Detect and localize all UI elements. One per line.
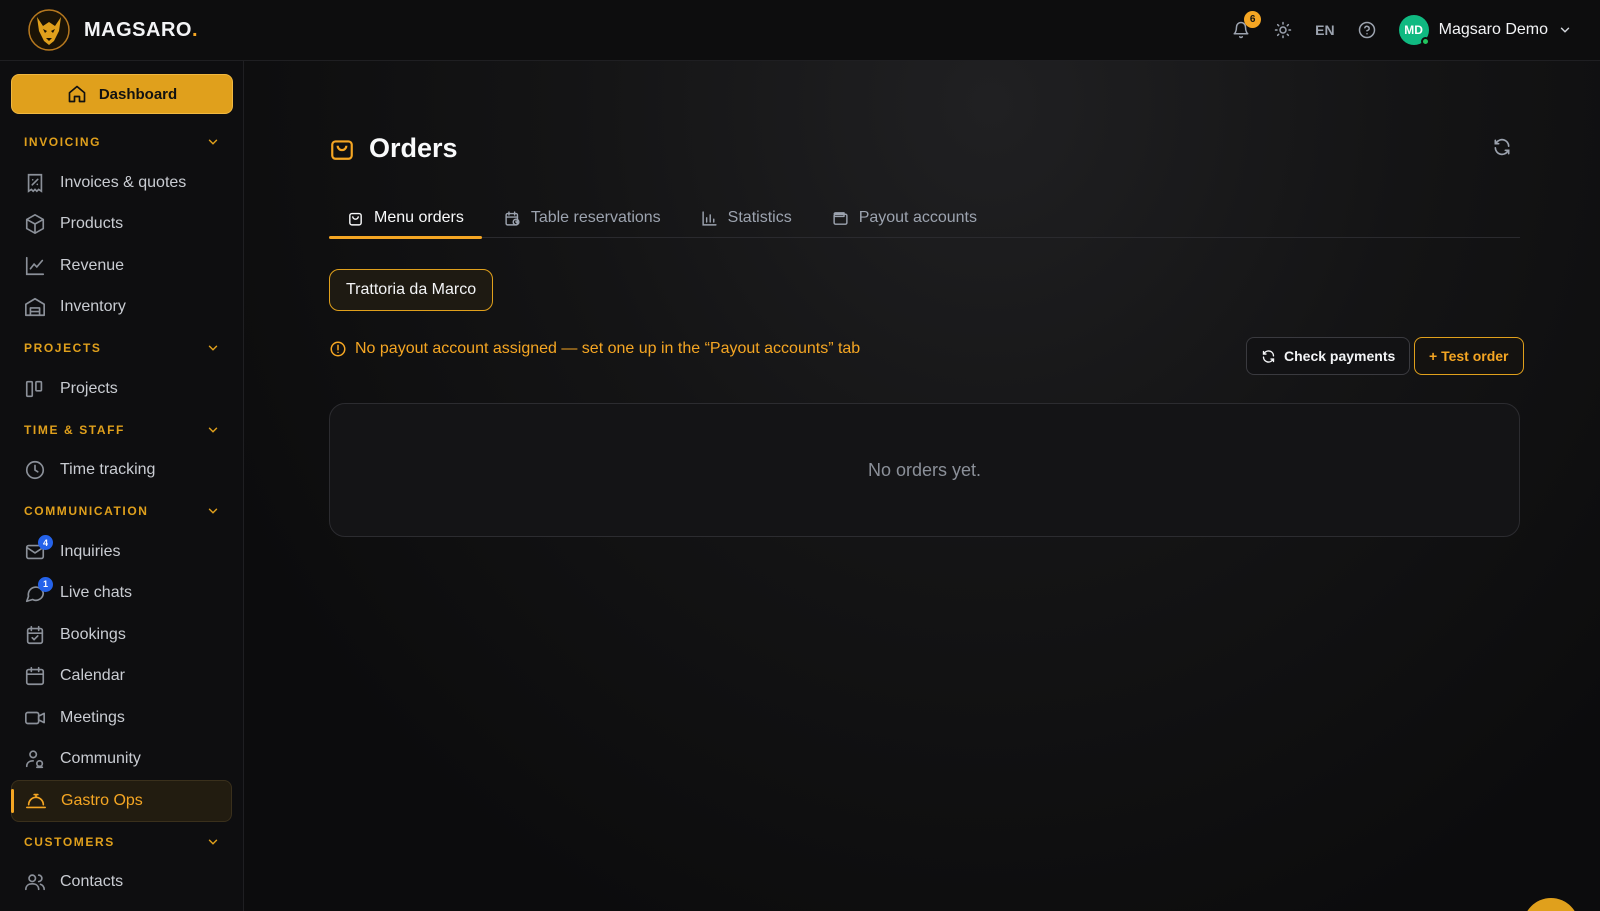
brand[interactable]: MAGSARO.	[28, 9, 198, 51]
restaurant-filter-chip[interactable]: Trattoria da Marco	[329, 269, 494, 311]
sidebar-item-projects[interactable]: Projects	[11, 368, 232, 410]
language-switcher[interactable]: EN	[1315, 22, 1334, 38]
dashboard-button[interactable]: Dashboard	[11, 74, 233, 114]
wolf-logo-icon	[28, 9, 70, 51]
payout-warning: No payout account assigned — set one up …	[329, 340, 860, 358]
page-title: Orders	[369, 133, 458, 163]
main-content: Orders Menu orders Table reservations St…	[244, 61, 1600, 911]
refresh-icon	[1262, 349, 1275, 363]
refresh-icon	[1494, 138, 1510, 156]
calendar-clock-icon	[505, 210, 520, 226]
calendar-check-icon	[26, 625, 44, 644]
box-icon	[25, 214, 45, 235]
sidebar: Dashboard INVOICING Invoices & quotes Pr…	[0, 61, 244, 911]
sidebar-item-live-chats[interactable]: 1 Live chats	[11, 573, 232, 615]
avatar: MD	[1398, 15, 1430, 46]
theme-toggle-button[interactable]	[1273, 20, 1293, 40]
section-communication[interactable]: COMMUNICATION	[11, 491, 232, 531]
help-circle-icon	[1358, 21, 1375, 39]
warehouse-icon	[25, 298, 45, 317]
section-time-staff[interactable]: TIME & STAFF	[11, 410, 232, 450]
sidebar-item-time-tracking[interactable]: Time tracking	[11, 450, 232, 492]
inquiries-badge: 4	[38, 535, 53, 550]
sidebar-item-inquiries[interactable]: 4 Inquiries	[11, 531, 232, 573]
notifications-badge: 6	[1244, 11, 1262, 28]
dashboard-label: Dashboard	[98, 85, 178, 103]
alert-circle-icon	[330, 341, 346, 357]
tabs: Menu orders Table reservations Statistic…	[329, 198, 1520, 239]
clock-icon	[25, 461, 45, 480]
chevron-down-icon	[1560, 27, 1570, 33]
chevron-down-icon	[208, 139, 218, 145]
live-chats-badge: 1	[38, 576, 53, 592]
warning-text: No payout account assigned — set one up …	[355, 340, 861, 357]
online-indicator	[1420, 37, 1430, 46]
kanban-icon	[25, 380, 43, 397]
brand-name: MAGSARO.	[84, 18, 199, 41]
section-customers[interactable]: CUSTOMERS	[11, 822, 232, 862]
chevron-down-icon	[208, 508, 218, 514]
bar-chart-icon	[702, 210, 717, 226]
shopping-bag-icon	[349, 212, 362, 226]
help-button[interactable]	[1357, 20, 1377, 40]
sidebar-item-contacts[interactable]: Contacts	[11, 862, 232, 904]
tab-statistics[interactable]: Statistics	[683, 198, 810, 238]
home-icon	[68, 85, 86, 103]
chevron-down-icon	[208, 427, 218, 433]
top-bar: MAGSARO. 6 EN MD Magsaro Demo	[0, 0, 1600, 61]
sidebar-item-bookings[interactable]: Bookings	[11, 614, 232, 656]
chevron-down-icon	[208, 345, 218, 351]
line-chart-icon	[25, 256, 45, 275]
notifications-button[interactable]: 6	[1231, 11, 1262, 40]
calendar-icon	[25, 667, 45, 686]
sidebar-item-products[interactable]: Products	[11, 204, 232, 246]
user-menu[interactable]: MD Magsaro Demo	[1398, 15, 1572, 46]
tab-menu-orders[interactable]: Menu orders	[329, 198, 482, 239]
sidebar-item-community[interactable]: Community	[11, 739, 232, 781]
sidebar-item-meetings[interactable]: Meetings	[11, 697, 232, 739]
tab-table-reservations[interactable]: Table reservations	[486, 198, 679, 238]
top-actions: 6 EN MD Magsaro Demo	[1231, 11, 1572, 46]
test-order-button[interactable]: + Test order	[1414, 337, 1524, 375]
sidebar-item-revenue[interactable]: Revenue	[11, 245, 232, 287]
video-camera-icon	[25, 711, 45, 725]
sidebar-item-invoices[interactable]: Invoices & quotes	[11, 162, 232, 204]
page-header: Orders	[329, 133, 458, 164]
sidebar-item-inventory[interactable]: Inventory	[11, 287, 232, 329]
section-invoicing[interactable]: INVOICING	[11, 122, 232, 162]
tab-payout-accounts[interactable]: Payout accounts	[814, 198, 995, 238]
sidebar-item-gastro-ops[interactable]: Gastro Ops	[11, 780, 232, 822]
empty-state-text: No orders yet.	[867, 459, 982, 480]
orders-empty-state: No orders yet.	[329, 403, 1520, 537]
user-name: Magsaro Demo	[1438, 21, 1548, 38]
refresh-button[interactable]	[1492, 137, 1514, 159]
receipt-icon	[27, 173, 43, 193]
shopping-bag-icon	[331, 139, 353, 160]
community-icon	[25, 750, 44, 769]
section-projects[interactable]: PROJECTS	[11, 328, 232, 368]
wallet-icon	[833, 211, 848, 225]
sidebar-item-calendar[interactable]: Calendar	[11, 656, 232, 698]
sun-icon	[1274, 21, 1292, 39]
chevron-down-icon	[208, 839, 218, 845]
users-icon	[25, 874, 45, 891]
service-bell-icon	[26, 793, 46, 808]
check-payments-button[interactable]: Check payments	[1246, 337, 1411, 375]
